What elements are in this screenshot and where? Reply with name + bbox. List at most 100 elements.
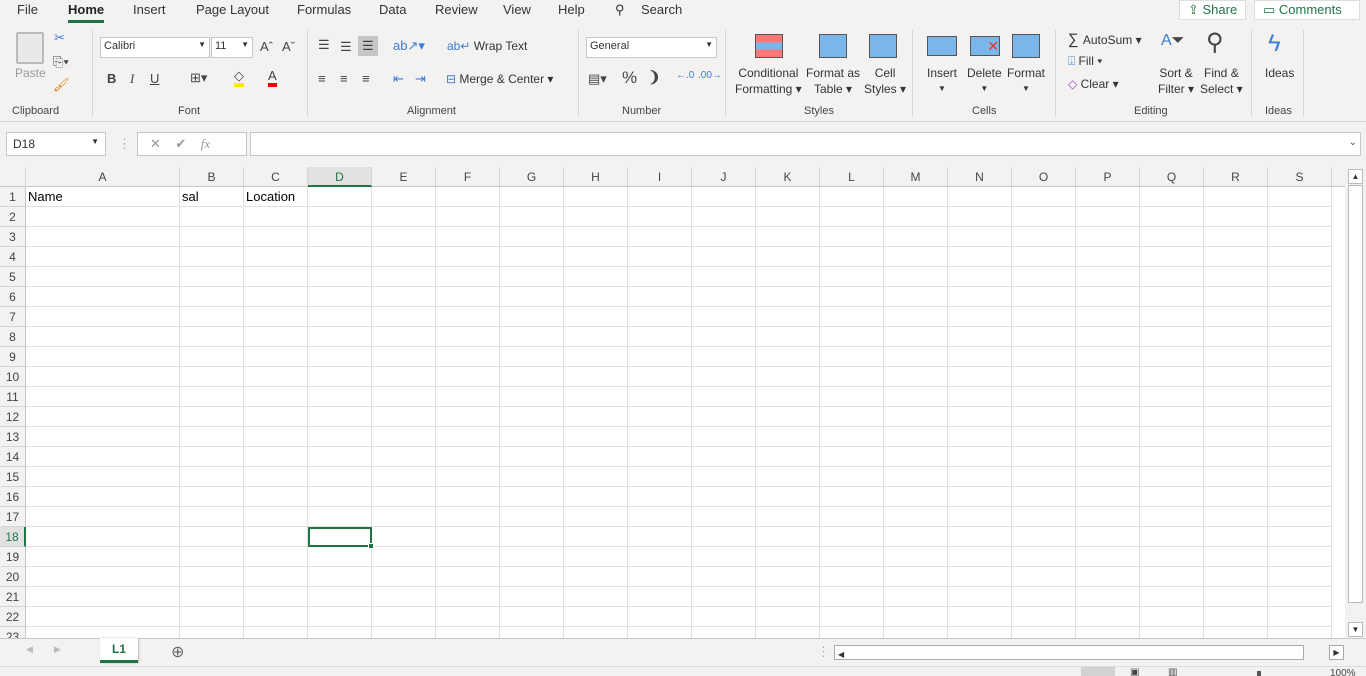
cell-N8[interactable] [948, 327, 1012, 347]
vertical-scroll-thumb[interactable] [1348, 185, 1363, 603]
cell-N2[interactable] [948, 207, 1012, 227]
cell-A18[interactable] [26, 527, 180, 547]
cell-Q10[interactable] [1140, 367, 1204, 387]
cell-N16[interactable] [948, 487, 1012, 507]
cell-I10[interactable] [628, 367, 692, 387]
paste-button[interactable]: Paste [15, 65, 46, 81]
row-header-5[interactable]: 5 [0, 267, 26, 287]
decrease-indent-icon[interactable]: ⇤ [393, 71, 404, 87]
cell-L12[interactable] [820, 407, 884, 427]
cell-G13[interactable] [500, 427, 564, 447]
cell-F2[interactable] [436, 207, 500, 227]
cell-L18[interactable] [820, 527, 884, 547]
cell-E10[interactable] [372, 367, 436, 387]
column-header-o[interactable]: O [1012, 167, 1076, 187]
cell-M16[interactable] [884, 487, 948, 507]
cell-A14[interactable] [26, 447, 180, 467]
splitter-handle[interactable]: ⋮ [817, 644, 830, 660]
align-middle-icon[interactable]: ☰ [340, 39, 352, 55]
cell-K16[interactable] [756, 487, 820, 507]
cell-S4[interactable] [1268, 247, 1332, 267]
cell-C1[interactable]: Location [244, 187, 308, 207]
cell-L13[interactable] [820, 427, 884, 447]
cell-L3[interactable] [820, 227, 884, 247]
cell-L22[interactable] [820, 607, 884, 627]
cell-O7[interactable] [1012, 307, 1076, 327]
cell-M4[interactable] [884, 247, 948, 267]
cell-F5[interactable] [436, 267, 500, 287]
cell-Q1[interactable] [1140, 187, 1204, 207]
column-header-i[interactable]: I [628, 167, 692, 187]
cell-Q18[interactable] [1140, 527, 1204, 547]
cell-A2[interactable] [26, 207, 180, 227]
cell-M2[interactable] [884, 207, 948, 227]
delete-button[interactable]: Delete ▼ [967, 65, 1002, 97]
name-box[interactable]: D18 ▼ [6, 132, 106, 156]
cell-Q17[interactable] [1140, 507, 1204, 527]
row-header-22[interactable]: 22 [0, 607, 26, 627]
cell-G19[interactable] [500, 547, 564, 567]
cell-H23[interactable] [564, 627, 628, 638]
cell-C10[interactable] [244, 367, 308, 387]
cell-H17[interactable] [564, 507, 628, 527]
cell-O16[interactable] [1012, 487, 1076, 507]
cell-L6[interactable] [820, 287, 884, 307]
cell-N9[interactable] [948, 347, 1012, 367]
cell-J18[interactable] [692, 527, 756, 547]
expand-icon[interactable]: ⌄ [1349, 137, 1357, 148]
cell-S3[interactable] [1268, 227, 1332, 247]
cell-P14[interactable] [1076, 447, 1140, 467]
cell-M7[interactable] [884, 307, 948, 327]
row-header-11[interactable]: 11 [0, 387, 26, 407]
cell-D8[interactable] [308, 327, 372, 347]
cell-K17[interactable] [756, 507, 820, 527]
column-header-h[interactable]: H [564, 167, 628, 187]
row-header-1[interactable]: 1 [0, 187, 26, 207]
cell-M12[interactable] [884, 407, 948, 427]
cell-E18[interactable] [372, 527, 436, 547]
worksheet-grid[interactable]: A B C D E F G H I J K L M N O P Q R S 1 Name sal Location 2 3 4 5 6… [0, 167, 1345, 638]
cut-icon[interactable]: ✂ [54, 30, 65, 46]
cell-F15[interactable] [436, 467, 500, 487]
cell-A3[interactable] [26, 227, 180, 247]
cell-N5[interactable] [948, 267, 1012, 287]
cell-O6[interactable] [1012, 287, 1076, 307]
cell-N23[interactable] [948, 627, 1012, 638]
cell-C5[interactable] [244, 267, 308, 287]
cell-O22[interactable] [1012, 607, 1076, 627]
cell-F4[interactable] [436, 247, 500, 267]
cell-G12[interactable] [500, 407, 564, 427]
scroll-up-icon[interactable]: ▲ [1348, 169, 1363, 184]
cell-B18[interactable] [180, 527, 244, 547]
cell-S7[interactable] [1268, 307, 1332, 327]
cell-N13[interactable] [948, 427, 1012, 447]
cell-R22[interactable] [1204, 607, 1268, 627]
cell-L5[interactable] [820, 267, 884, 287]
cell-P17[interactable] [1076, 507, 1140, 527]
row-header-12[interactable]: 12 [0, 407, 26, 427]
column-header-g[interactable]: G [500, 167, 564, 187]
cell-D13[interactable] [308, 427, 372, 447]
cell-K2[interactable] [756, 207, 820, 227]
cell-E6[interactable] [372, 287, 436, 307]
cell-P2[interactable] [1076, 207, 1140, 227]
cell-I1[interactable] [628, 187, 692, 207]
cell-J11[interactable] [692, 387, 756, 407]
zoom-level[interactable]: 100% [1330, 667, 1356, 676]
cell-P5[interactable] [1076, 267, 1140, 287]
column-header-r[interactable]: R [1204, 167, 1268, 187]
cell-E13[interactable] [372, 427, 436, 447]
comments-button[interactable]: ▭ Comments [1254, 0, 1360, 20]
column-header-l[interactable]: L [820, 167, 884, 187]
cell-M15[interactable] [884, 467, 948, 487]
cell-J10[interactable] [692, 367, 756, 387]
cell-L15[interactable] [820, 467, 884, 487]
cell-Q8[interactable] [1140, 327, 1204, 347]
row-header-10[interactable]: 10 [0, 367, 26, 387]
cell-M22[interactable] [884, 607, 948, 627]
cell-R11[interactable] [1204, 387, 1268, 407]
cell-L20[interactable] [820, 567, 884, 587]
cell-I13[interactable] [628, 427, 692, 447]
cell-L2[interactable] [820, 207, 884, 227]
cell-O2[interactable] [1012, 207, 1076, 227]
